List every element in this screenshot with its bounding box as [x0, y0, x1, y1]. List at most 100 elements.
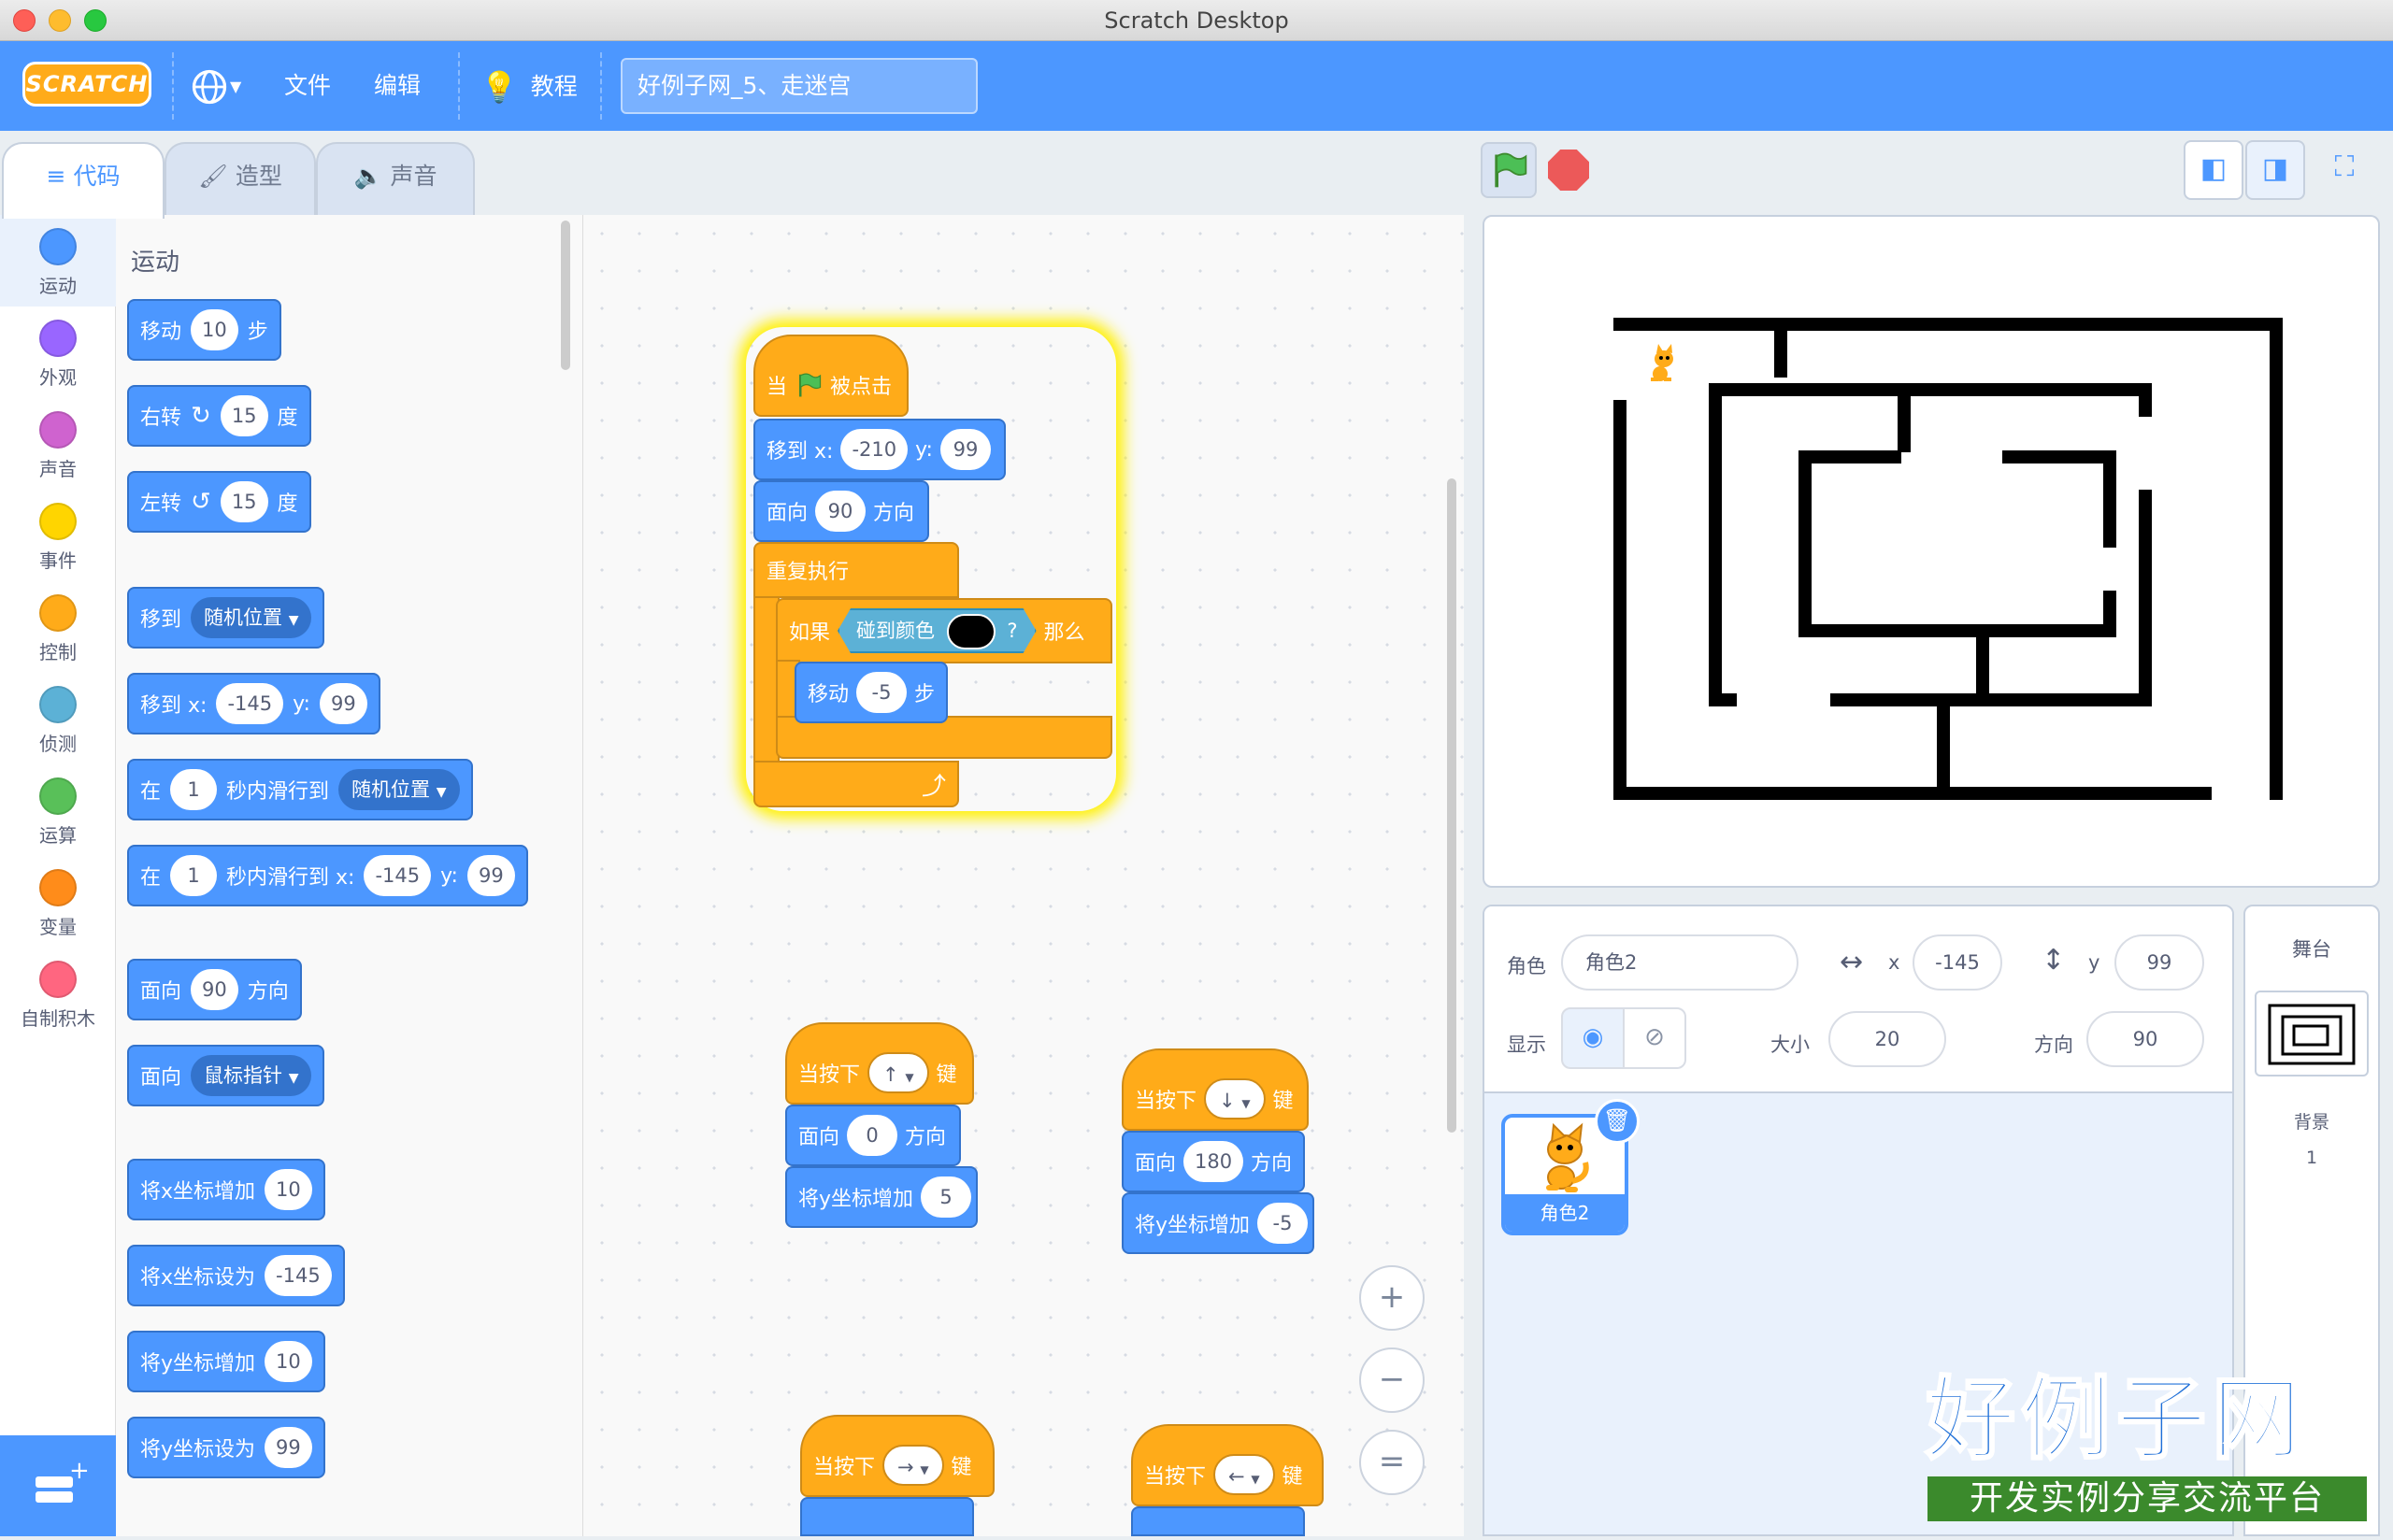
color-swatch-input[interactable]	[947, 614, 996, 649]
set-x-block[interactable]: 将x坐标设为 -145	[127, 1245, 345, 1306]
block-input[interactable]: -145	[364, 855, 432, 896]
goto-xy-script-block[interactable]: 移到 x: -210 y: 99	[753, 419, 1006, 480]
block-input[interactable]: 99	[939, 429, 991, 470]
goto-xy-block[interactable]: 移到 x: -145 y: 99	[127, 673, 380, 734]
project-title-input[interactable]: 好例子网_5、走迷宫	[621, 58, 978, 114]
fullscreen-button[interactable]: ⛶	[2314, 140, 2374, 200]
block-input[interactable]: 10	[265, 1341, 312, 1382]
size-input[interactable]: 20	[1828, 1011, 1946, 1067]
point-towards-block[interactable]: 面向 鼠标指针 ▼	[127, 1045, 325, 1106]
block-input[interactable]: 99	[319, 683, 367, 724]
set-y-block[interactable]: 将y坐标设为 99	[127, 1417, 325, 1478]
touching-color-block[interactable]: 碰到颜色 ?	[838, 608, 1037, 653]
goto-random-block[interactable]: 移到 随机位置 ▼	[127, 587, 325, 649]
block-input[interactable]: -210	[840, 429, 909, 470]
block-input[interactable]: 99	[265, 1427, 312, 1468]
key-dropdown[interactable]: ← ▼	[1213, 1454, 1275, 1495]
change-y-block[interactable]: 将y坐标增加 10	[127, 1331, 325, 1392]
glide-dropdown[interactable]: 随机位置 ▼	[338, 769, 460, 810]
tab-sounds[interactable]: 🔈 声音	[316, 142, 475, 219]
partial-motion-block[interactable]	[1131, 1506, 1305, 1536]
if-then-block[interactable]: 如果 碰到颜色 ? 那么	[776, 598, 1112, 663]
tab-costumes[interactable]: 🖌 造型	[165, 142, 316, 219]
move-steps-script-block[interactable]: 移动 -5 步	[795, 662, 948, 723]
zoom-in-button[interactable]: +	[1359, 1265, 1425, 1331]
move-steps-block[interactable]: 移动 10 步	[127, 299, 281, 361]
hide-sprite-button[interactable]: ⊘	[1623, 1007, 1686, 1069]
delete-sprite-button[interactable]: 🗑	[1595, 1099, 1640, 1144]
when-left-key-pressed-block[interactable]: 当按下 ← ▼ 键	[1131, 1424, 1324, 1506]
tutorials-menu[interactable]: 💡 教程	[480, 41, 578, 131]
towards-dropdown[interactable]: 鼠标指针 ▼	[191, 1055, 312, 1096]
stage-canvas[interactable]	[1483, 215, 2380, 888]
direction-input[interactable]: 90	[2086, 1011, 2204, 1067]
goto-dropdown[interactable]: 随机位置 ▼	[191, 597, 312, 638]
watermark-title: 好例子网	[1925, 1367, 2307, 1473]
block-input[interactable]: 15	[220, 395, 268, 436]
block-input[interactable]: 1	[170, 855, 218, 896]
block-input[interactable]: 1	[170, 769, 218, 810]
turn-left-block[interactable]: 左转 ↺ 15 度	[127, 471, 311, 533]
when-flag-clicked-block[interactable]: 当 被点击	[753, 335, 909, 417]
point-direction-script-block[interactable]: 面向 90 方向	[753, 480, 929, 542]
language-menu[interactable]: ▼	[189, 41, 241, 131]
category-6[interactable]: 运算	[0, 764, 116, 856]
turn-right-block[interactable]: 右转 ↻ 15 度	[127, 385, 311, 447]
partial-motion-block[interactable]	[800, 1497, 974, 1536]
block-input[interactable]: 5	[921, 1176, 972, 1218]
green-flag-button[interactable]	[1481, 142, 1537, 198]
category-8[interactable]: 自制积木	[0, 948, 116, 1039]
block-input[interactable]: -5	[1257, 1203, 1309, 1244]
block-input[interactable]: 180	[1183, 1141, 1243, 1182]
block-input[interactable]: 90	[191, 969, 238, 1010]
block-input[interactable]: 15	[220, 481, 268, 522]
zoom-reset-button[interactable]: =	[1359, 1430, 1425, 1495]
add-extension-button[interactable]: +	[0, 1435, 116, 1536]
edit-menu[interactable]: 编辑	[374, 41, 421, 131]
y-position-input[interactable]: 99	[2114, 934, 2204, 991]
forever-block[interactable]: 重复执行	[753, 542, 959, 598]
category-1[interactable]: 外观	[0, 307, 116, 398]
tab-code[interactable]: ≡ 代码	[2, 142, 165, 219]
stage-thumbnail[interactable]	[2255, 991, 2369, 1077]
when-up-key-pressed-block[interactable]: 当按下 ↑ ▼ 键	[785, 1022, 974, 1105]
change-x-block[interactable]: 将x坐标增加 10	[127, 1159, 325, 1220]
block-input[interactable]: -145	[265, 1255, 332, 1296]
file-menu[interactable]: 文件	[284, 41, 331, 131]
block-input[interactable]: -145	[216, 683, 284, 724]
block-input[interactable]: 99	[466, 855, 515, 896]
zoom-out-button[interactable]: −	[1359, 1348, 1425, 1413]
change-y-down-block[interactable]: 将y坐标增加 -5	[1122, 1192, 1314, 1254]
category-2[interactable]: 声音	[0, 398, 116, 490]
key-dropdown[interactable]: ↑ ▼	[867, 1052, 929, 1093]
point-direction-down-block[interactable]: 面向 180 方向	[1122, 1131, 1305, 1192]
glide-random-block[interactable]: 在 1 秒内滑行到 随机位置 ▼	[127, 759, 473, 820]
point-direction-block[interactable]: 面向 90 方向	[127, 959, 302, 1020]
x-position-input[interactable]: -145	[1913, 934, 2002, 991]
key-dropdown[interactable]: → ▼	[882, 1445, 944, 1486]
block-input[interactable]: 90	[815, 491, 867, 532]
large-stage-button[interactable]: ◨	[2245, 140, 2305, 200]
block-input[interactable]: 0	[847, 1115, 898, 1156]
scratch-logo[interactable]: SCRATCH	[22, 62, 151, 107]
category-3[interactable]: 事件	[0, 490, 116, 581]
category-5[interactable]: 侦测	[0, 673, 116, 764]
show-sprite-button[interactable]: ◉	[1561, 1007, 1625, 1069]
glide-xy-block[interactable]: 在 1 秒内滑行到 x: -145 y: 99	[127, 845, 528, 906]
block-input[interactable]: -5	[856, 672, 908, 713]
green-flag-icon	[1495, 152, 1527, 188]
when-down-key-pressed-block[interactable]: 当按下 ↓ ▼ 键	[1122, 1048, 1309, 1131]
change-y-up-block[interactable]: 将y坐标增加 5	[785, 1166, 978, 1228]
small-stage-button[interactable]: ◧	[2184, 140, 2243, 200]
category-0[interactable]: 运动	[0, 215, 116, 307]
key-dropdown[interactable]: ↓ ▼	[1204, 1078, 1266, 1119]
block-input[interactable]: 10	[265, 1169, 312, 1210]
sprite-name-input[interactable]: 角色2	[1561, 934, 1798, 991]
block-input[interactable]: 10	[191, 309, 238, 350]
script-area-scrollbar[interactable]	[1447, 478, 1456, 1133]
when-right-key-pressed-block[interactable]: 当按下 → ▼ 键	[800, 1415, 995, 1497]
palette-scrollbar[interactable]	[561, 221, 570, 370]
point-direction-up-block[interactable]: 面向 0 方向	[785, 1105, 961, 1166]
category-7[interactable]: 变量	[0, 856, 116, 948]
category-4[interactable]: 控制	[0, 581, 116, 673]
